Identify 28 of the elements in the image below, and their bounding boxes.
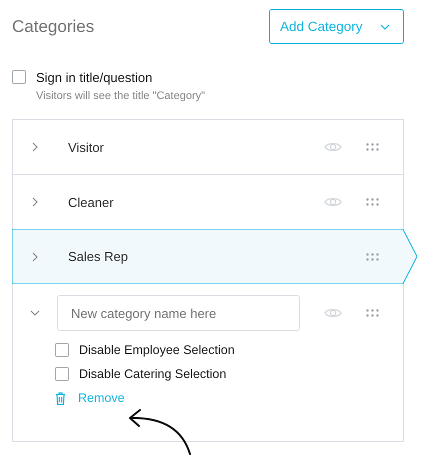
drag-handle-icon[interactable] bbox=[366, 309, 379, 317]
chevron-right-icon[interactable] bbox=[30, 252, 40, 262]
category-row[interactable]: New category name here Disable Employee Selection Disable Catering Selection Remove bbox=[13, 285, 403, 405]
caret-icon bbox=[380, 24, 390, 30]
checkbox[interactable] bbox=[55, 367, 69, 381]
chevron-down-icon[interactable] bbox=[30, 308, 40, 318]
option-label: Disable Catering Selection bbox=[79, 367, 226, 381]
drag-handle-icon[interactable] bbox=[366, 143, 379, 151]
option-hint: Visitors will see the title "Category" bbox=[36, 90, 206, 102]
category-name: Sales Rep bbox=[68, 249, 129, 264]
category-row[interactable]: Visitor bbox=[13, 120, 403, 175]
chevron-right-icon[interactable] bbox=[30, 142, 40, 152]
checkbox[interactable] bbox=[55, 343, 69, 357]
category-name: Visitor bbox=[68, 140, 105, 154]
category-name-field[interactable]: New category name here bbox=[57, 295, 300, 331]
drag-handle-icon[interactable] bbox=[366, 198, 379, 206]
eye-icon[interactable] bbox=[324, 196, 342, 208]
drag-handle-icon[interactable] bbox=[366, 252, 379, 260]
eye-icon[interactable] bbox=[324, 141, 342, 153]
category-name: Cleaner bbox=[68, 194, 115, 210]
checkbox[interactable] bbox=[12, 70, 26, 84]
option-label: Disable Employee Selection bbox=[79, 343, 235, 357]
trash-icon bbox=[55, 392, 66, 404]
section-title: Categories bbox=[12, 16, 94, 36]
chevron-right-icon[interactable] bbox=[30, 197, 40, 207]
option-label: Sign in title/question bbox=[36, 70, 154, 85]
eye-icon[interactable] bbox=[324, 307, 342, 319]
category-row[interactable]: Sales Rep bbox=[12, 229, 417, 285]
